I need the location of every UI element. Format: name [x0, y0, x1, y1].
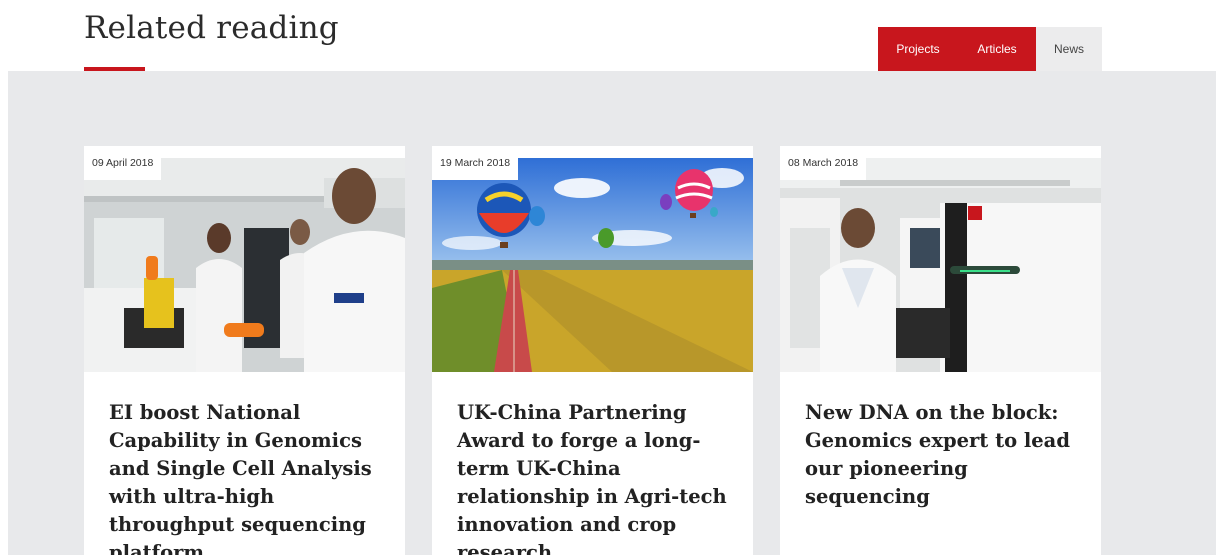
card-date: 19 March 2018 [432, 146, 519, 180]
filter-tabs: Projects Articles News [878, 27, 1102, 71]
tab-news[interactable]: News [1036, 27, 1102, 71]
card-title[interactable]: EI boost National Capability in Genomics… [109, 399, 389, 555]
card-date: 08 March 2018 [780, 146, 867, 180]
card-image[interactable] [84, 158, 405, 372]
article-card[interactable]: 09 April 2018 EI boost National Capabili… [84, 146, 405, 555]
card-image[interactable] [780, 158, 1101, 372]
card-date: 09 April 2018 [84, 146, 162, 180]
card-image[interactable] [432, 158, 753, 372]
page-header: Related reading Projects Articles News [0, 0, 1216, 71]
tab-projects[interactable]: Projects [878, 27, 958, 71]
lab-scientists-photo [84, 158, 405, 372]
card-title[interactable]: UK-China Partnering Award to forge a lon… [457, 399, 737, 555]
sequencing-lab-photo [780, 158, 1101, 372]
page-title: Related reading [84, 10, 339, 46]
card-title[interactable]: New DNA on the block: Genomics expert to… [805, 399, 1085, 511]
article-card[interactable]: 19 March 2018 UK-China Partnering Award … [432, 146, 753, 555]
article-card[interactable]: 08 March 2018 New DNA on the block: Geno… [780, 146, 1101, 555]
hot-air-balloons-over-fields-photo [432, 158, 753, 372]
tab-articles[interactable]: Articles [958, 27, 1036, 71]
